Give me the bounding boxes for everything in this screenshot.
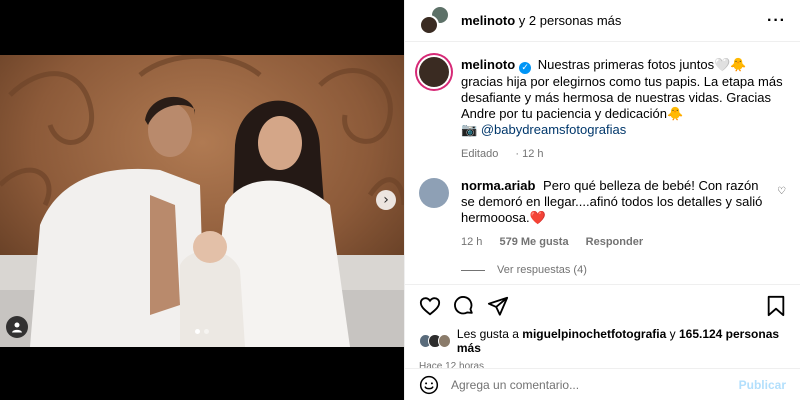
likes-text[interactable]: Les gusta a miguelpinochetfotografia y 1…	[457, 327, 786, 355]
liker-username[interactable]: miguelpinochetfotografia	[522, 327, 666, 341]
comment-likes[interactable]: 579 Me gusta	[499, 236, 568, 248]
caption-meta: Editado · 12 h	[461, 146, 786, 162]
share-icon[interactable]	[487, 295, 509, 317]
post-photo[interactable]	[0, 55, 404, 347]
divider	[461, 269, 485, 271]
avatar[interactable]	[419, 57, 449, 87]
caption-emoji: 🐥	[666, 106, 684, 121]
publish-button[interactable]: Publicar	[739, 378, 786, 392]
tagged-users-button[interactable]	[6, 316, 28, 338]
post-authors[interactable]: melinoto y 2 personas más	[461, 13, 621, 28]
action-bar	[419, 291, 786, 321]
collab-avatars[interactable]	[419, 4, 451, 37]
save-icon[interactable]	[766, 295, 786, 317]
edited-label: Editado · 12 h	[461, 148, 544, 160]
comment-age: 12 h	[461, 236, 483, 248]
avatar	[437, 334, 451, 348]
carousel-dot-active	[195, 329, 200, 334]
caption-text-after: gracias hija por elegirnos como tus papi…	[461, 74, 783, 121]
comment: norma.ariab Pero qué belleza de bebé! Co…	[419, 178, 786, 250]
heart-emoji: ❤️	[529, 210, 546, 225]
comment-username[interactable]: norma.ariab	[461, 178, 535, 193]
avatar[interactable]	[419, 178, 449, 208]
header-more-text[interactable]: y 2 personas más	[519, 13, 622, 28]
emoji-icon[interactable]	[419, 375, 439, 395]
post-modal: › melinoto y 2 personas más ··· melinoto…	[0, 0, 800, 400]
comments-section: melinoto ✓ Nuestras primeras fotos juntos…	[405, 43, 800, 283]
comment-meta: 12 h 579 Me gusta Responder	[461, 234, 769, 250]
post-header: melinoto y 2 personas más ···	[405, 0, 800, 42]
mention-link[interactable]: @babydreamsfotografias	[481, 122, 626, 137]
caption-username[interactable]: melinoto	[461, 57, 515, 72]
comment-icon[interactable]	[453, 295, 475, 317]
like-icon[interactable]	[419, 295, 441, 317]
caption: melinoto ✓ Nuestras primeras fotos juntos…	[419, 57, 786, 162]
camera-emoji: 📷	[461, 122, 478, 137]
header-username[interactable]: melinoto	[461, 13, 515, 28]
more-options-icon[interactable]: ···	[767, 12, 786, 30]
carousel-dot	[204, 329, 209, 334]
caption-text-before: Nuestras primeras fotos juntos	[537, 57, 715, 72]
view-replies-label[interactable]: Ver respuestas (4)	[497, 264, 587, 276]
verified-badge-icon: ✓	[519, 62, 532, 74]
likes-summary: Les gusta a miguelpinochetfotografia y 1…	[419, 327, 786, 355]
avatar	[419, 14, 439, 35]
view-replies-button[interactable]: Ver respuestas (4)	[461, 264, 786, 276]
comment-input[interactable]	[451, 377, 731, 392]
post-details-panel: melinoto y 2 personas más ··· melinoto ✓ …	[404, 0, 800, 400]
carousel-indicator	[0, 329, 404, 334]
post-actions: Les gusta a miguelpinochetfotografia y 1…	[405, 284, 800, 372]
next-photo-button[interactable]: ›	[376, 190, 396, 210]
caption-emoji: 🤍🐥	[714, 57, 747, 72]
reply-button[interactable]: Responder	[586, 236, 643, 248]
like-comment-icon[interactable]: ♡	[777, 186, 786, 250]
media-pane: ›	[0, 0, 404, 400]
add-comment-bar: Publicar	[405, 368, 800, 400]
